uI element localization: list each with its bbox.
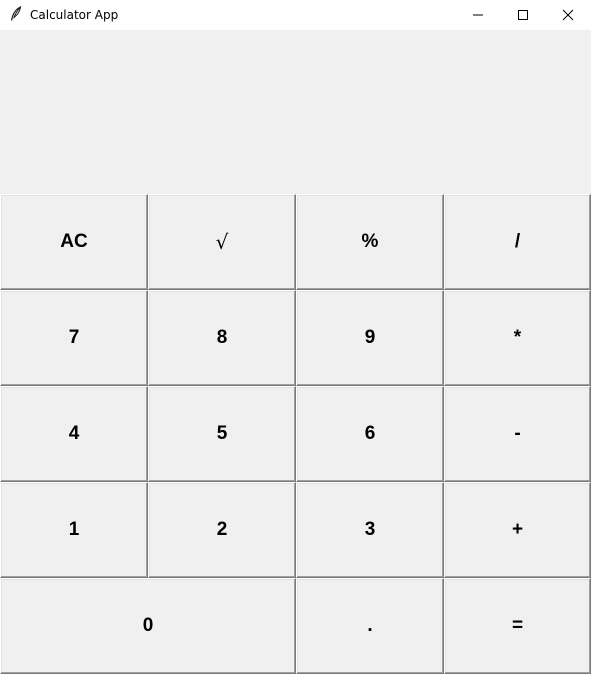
digit-1-button[interactable]: 1 — [0, 482, 148, 578]
title-bar[interactable]: Calculator App — [0, 0, 591, 30]
multiply-button[interactable]: * — [444, 290, 591, 386]
close-icon — [562, 9, 574, 21]
divide-button[interactable]: / — [444, 194, 591, 290]
digit-7-button[interactable]: 7 — [0, 290, 148, 386]
digit-4-button[interactable]: 4 — [0, 386, 148, 482]
keypad: AC √ % / 7 8 9 * 4 5 6 - 1 2 3 + 0 . = — [0, 194, 591, 674]
maximize-button[interactable] — [500, 0, 546, 30]
clear-button[interactable]: AC — [0, 194, 148, 290]
minimize-button[interactable] — [455, 0, 501, 30]
digit-5-button[interactable]: 5 — [148, 386, 296, 482]
digit-6-button[interactable]: 6 — [296, 386, 444, 482]
decimal-button[interactable]: . — [296, 578, 444, 674]
digit-0-button[interactable]: 0 — [0, 578, 296, 674]
digit-9-button[interactable]: 9 — [296, 290, 444, 386]
digit-3-button[interactable]: 3 — [296, 482, 444, 578]
subtract-button[interactable]: - — [444, 386, 591, 482]
calculator-window: Calculator App AC √ % / 7 8 9 * 4 5 6 - … — [0, 0, 591, 674]
window-title: Calculator App — [30, 8, 119, 22]
digit-2-button[interactable]: 2 — [148, 482, 296, 578]
equals-button[interactable]: = — [444, 578, 591, 674]
digit-8-button[interactable]: 8 — [148, 290, 296, 386]
percent-button[interactable]: % — [296, 194, 444, 290]
square-root-button[interactable]: √ — [148, 194, 296, 290]
minimize-icon — [473, 14, 483, 16]
close-button[interactable] — [545, 0, 591, 30]
add-button[interactable]: + — [444, 482, 591, 578]
calculator-display — [0, 30, 591, 194]
feather-icon — [10, 6, 22, 21]
maximize-icon — [518, 10, 528, 20]
